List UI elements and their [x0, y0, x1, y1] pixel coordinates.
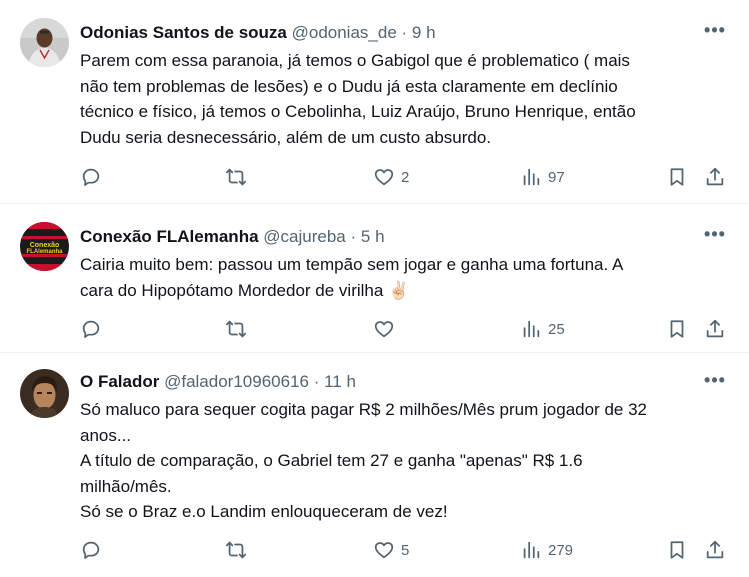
tweet-header: Odonias Santos de souza @odonias_de · 9 …: [80, 22, 436, 44]
text-line: técnico e físico, já temos o Cebolinha, …: [80, 102, 636, 121]
bookmark-icon: [670, 541, 684, 559]
avatar[interactable]: [20, 18, 69, 67]
more-dots-icon[interactable]: •••: [703, 370, 727, 390]
like-button[interactable]: 2: [373, 165, 409, 189]
bookmark-button[interactable]: [666, 317, 688, 341]
tweet[interactable]: Odonias Santos de souza @odonias_de · 9 …: [0, 0, 749, 204]
views-button[interactable]: 279: [520, 538, 573, 562]
views-button[interactable]: 97: [520, 165, 565, 189]
like-count: 2: [401, 168, 410, 186]
share-upload-icon: [706, 167, 724, 186]
view-count: 25: [548, 320, 565, 338]
avatar-label: Conexão: [30, 242, 60, 249]
separator-dot: ·: [350, 227, 357, 246]
tweet-actions: 5 279: [80, 538, 740, 562]
retweet-arrows-icon: [225, 541, 247, 559]
text-fragment: cara do Hipopótamo Mordedor de virilha: [80, 280, 384, 300]
timestamp[interactable]: 11 h: [324, 372, 356, 391]
text-line: Dudu seria desnecessário, além de um cus…: [80, 127, 492, 147]
separator-dot: ·: [401, 23, 408, 42]
like-button[interactable]: [373, 317, 401, 341]
tweet-header: Conexão FLAlemanha @cajureba · 5 h: [80, 226, 385, 248]
views-bar-chart-icon: [523, 320, 540, 338]
views-bar-chart-icon: [523, 541, 540, 559]
author-name[interactable]: O Falador: [80, 372, 159, 391]
text-line: não tem problemas de lesões) e o Dudu já…: [80, 76, 618, 96]
text-line: Cairia muito bem: passou um tempão sem j…: [80, 255, 624, 274]
tweet[interactable]: O Falador @falador10960616 · 11 h ••• Só…: [0, 353, 749, 577]
like-button[interactable]: 5: [373, 538, 409, 562]
bookmark-button[interactable]: [666, 165, 688, 189]
text-line: Só maluco para sequer cogita pagar R$ 2 …: [80, 400, 647, 419]
heart-icon: [374, 321, 394, 338]
reply-bubble-icon: [82, 541, 100, 559]
reply-button[interactable]: [80, 538, 102, 562]
author-handle[interactable]: @falador10960616: [164, 372, 309, 391]
retweet-arrows-icon: [225, 320, 247, 338]
share-upload-icon: [706, 319, 724, 338]
avatar-label: FLAlemanha: [26, 249, 63, 255]
separator-dot: ·: [313, 372, 320, 391]
share-button[interactable]: [704, 317, 726, 341]
like-count: 5: [401, 541, 410, 559]
view-count: 279: [548, 541, 574, 559]
heart-icon: [374, 542, 394, 559]
bookmark-button[interactable]: [666, 538, 688, 562]
tweet-actions: 2 97: [80, 165, 740, 189]
views-button[interactable]: 25: [520, 317, 565, 341]
tweet-text: Cairia muito bem: passou um tempão sem j…: [80, 252, 730, 303]
reply-bubble-icon: [82, 168, 100, 186]
tweet-text: Parem com essa paranoia, já temos o Gabi…: [80, 48, 730, 150]
reply-button[interactable]: [80, 317, 102, 341]
heart-icon: [374, 169, 394, 186]
share-button[interactable]: [704, 165, 726, 189]
tweet-actions: 25: [80, 317, 740, 341]
retweet-button[interactable]: [225, 538, 247, 562]
share-button[interactable]: [704, 538, 726, 562]
view-count: 97: [548, 168, 565, 186]
reply-button[interactable]: [80, 165, 102, 189]
text-line: Só se o Braz e.o Landim enlouqueceram de…: [80, 502, 448, 521]
text-line: cara do Hipopótamo Mordedor de virilha ✌…: [80, 278, 730, 304]
text-line: milhão/mês.: [80, 476, 172, 496]
tweet-header: O Falador @falador10960616 · 11 h: [80, 371, 356, 393]
author-name[interactable]: Conexão FLAlemanha: [80, 227, 259, 246]
author-handle[interactable]: @odonias_de: [292, 23, 397, 42]
victory-hand-emoji: ✌🏻: [388, 280, 410, 300]
retweet-arrows-icon: [225, 168, 247, 186]
avatar[interactable]: [20, 369, 69, 418]
reply-bubble-icon: [82, 320, 100, 338]
timestamp[interactable]: 5 h: [361, 227, 385, 246]
retweet-button[interactable]: [225, 317, 247, 341]
text-line: Parem com essa paranoia, já temos o Gabi…: [80, 51, 630, 70]
more-dots-icon[interactable]: •••: [703, 224, 727, 244]
views-bar-chart-icon: [523, 168, 540, 186]
retweet-button[interactable]: [225, 165, 247, 189]
tweet-feed: Odonias Santos de souza @odonias_de · 9 …: [0, 0, 749, 577]
share-upload-icon: [706, 540, 724, 559]
more-dots-icon[interactable]: •••: [703, 20, 727, 40]
bookmark-icon: [670, 320, 684, 338]
timestamp[interactable]: 9 h: [412, 23, 436, 42]
text-line: anos...: [80, 425, 132, 445]
tweet-text: Só maluco para sequer cogita pagar R$ 2 …: [80, 397, 730, 525]
tweet[interactable]: Conexão FLAlemanha Conexão FLAlemanha @c…: [0, 204, 749, 353]
author-handle[interactable]: @cajureba: [263, 227, 345, 246]
author-name[interactable]: Odonias Santos de souza: [80, 23, 287, 42]
bookmark-icon: [670, 168, 684, 186]
avatar[interactable]: Conexão FLAlemanha: [20, 222, 69, 271]
text-line: A título de comparação, o Gabriel tem 27…: [80, 451, 583, 470]
